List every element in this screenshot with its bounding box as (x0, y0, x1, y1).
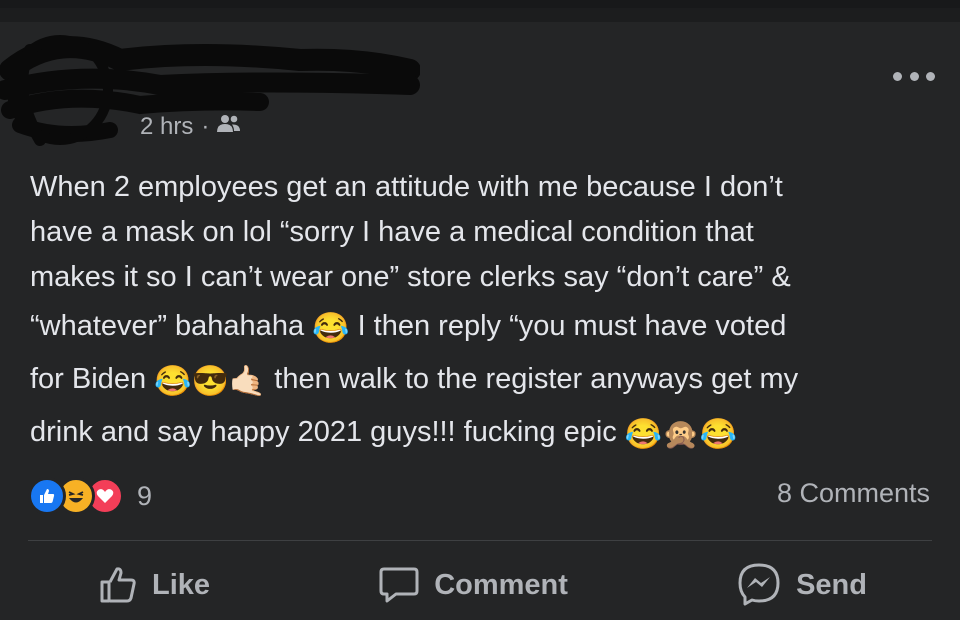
reaction-count: 9 (137, 480, 153, 511)
post-line: drink and say happy 2021 guys!!! fucking… (30, 410, 935, 455)
ellipsis-dot (909, 71, 919, 81)
ellipsis-dot (926, 71, 935, 81)
laughing-emoji-icon: 😂 (312, 312, 350, 345)
post-text-fragment: for Biden (30, 363, 147, 395)
like-label: Like (152, 568, 211, 601)
post-body: When 2 employees get an attitude with me… (30, 165, 935, 455)
post-line: have a mask on lol “sorry I have a medic… (30, 216, 754, 248)
meta-separator: · (201, 113, 210, 140)
thumbs-up-icon (100, 567, 136, 603)
comments-count-link[interactable]: 8 Comments (777, 478, 930, 509)
post-line: When 2 employees get an attitude with me… (30, 171, 783, 203)
laughing-emoji-icon: 😂 (624, 418, 663, 451)
action-divider (28, 540, 932, 541)
ellipsis-dot (893, 71, 902, 81)
laughing-emoji-icon: 😂 (699, 418, 737, 451)
post-text-fragment: “whatever” bahahaha (30, 310, 305, 342)
friends-icon (217, 113, 241, 141)
post-text-fragment: then walk to the register anyways get my (274, 363, 799, 395)
messenger-icon (738, 563, 780, 606)
top-bar (0, 0, 960, 22)
send-button[interactable]: Send (736, 562, 867, 608)
post-text-fragment: drink and say happy 2021 guys!!! fucking… (30, 416, 617, 448)
comment-label: Comment (434, 568, 568, 601)
send-label: Send (796, 568, 867, 601)
laughing-emoji-icon: 😂 (154, 365, 192, 398)
call-me-hand-emoji-icon: 🤙🏻 (228, 365, 267, 398)
post-line: makes it so I can’t wear one” store cler… (30, 261, 791, 293)
speech-bubble-icon (379, 567, 419, 603)
top-bar-edge (0, 8, 960, 22)
post-meta: 2 hrs · (140, 113, 241, 141)
sunglasses-emoji-icon: 😎 (191, 365, 229, 398)
post-text-fragment: I then reply “you must have voted (357, 310, 787, 342)
like-reaction-icon (28, 477, 66, 515)
like-button[interactable]: Like (98, 565, 210, 605)
post-actions: Like Comment Send (28, 555, 932, 615)
post-timestamp[interactable]: 2 hrs (140, 113, 193, 141)
post-line: for Biden 😂😎🤙🏻 then walk to the register… (30, 357, 935, 402)
speak-no-evil-monkey-emoji-icon: 🙊 (662, 418, 700, 451)
post-line: “whatever” bahahaha 😂 I then reply “you … (30, 304, 935, 349)
more-options-button[interactable] (893, 66, 935, 86)
comment-button[interactable]: Comment (378, 565, 568, 605)
reactions-summary[interactable]: 9 (28, 476, 152, 516)
